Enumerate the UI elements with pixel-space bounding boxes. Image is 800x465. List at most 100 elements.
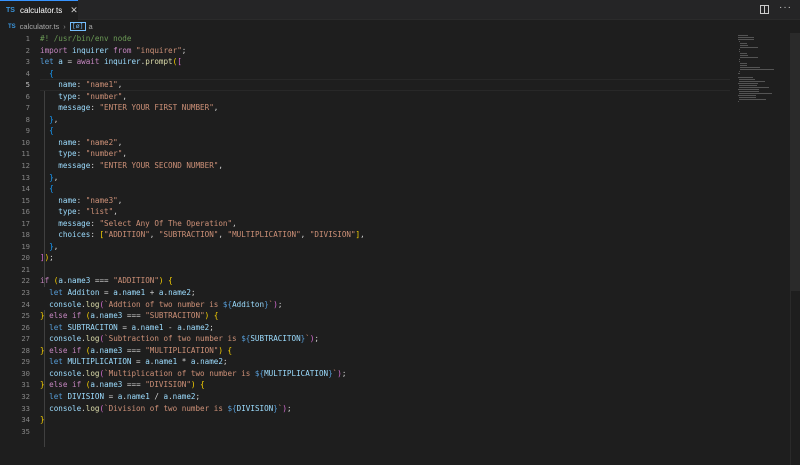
code-line[interactable]: ]); (40, 252, 730, 264)
code-token: let (40, 57, 54, 67)
minimap-line (739, 49, 740, 50)
minimap[interactable] (735, 33, 790, 465)
code-line[interactable]: let MULTIPLICATION = a.name1 * a.name2; (40, 356, 730, 368)
code-line[interactable]: { (40, 125, 730, 137)
code-line[interactable]: message: "Select Any Of The Operation", (40, 218, 730, 230)
code-line[interactable]: }, (40, 241, 730, 253)
code-token: if (72, 311, 82, 321)
code-line[interactable]: }, (40, 172, 730, 184)
code-token: log (85, 334, 100, 344)
code-line[interactable]: } else if (a.name3 === "SUBTRACITON") { (40, 310, 730, 322)
tab-label: calculator.ts (19, 6, 63, 15)
code-line[interactable]: #! /usr/bin/env node (40, 33, 730, 45)
code-line[interactable]: { (40, 68, 730, 80)
code-line[interactable]: let DIVISION = a.name1 / a.name2; (40, 391, 730, 403)
split-editor-icon[interactable] (760, 5, 769, 14)
code-token: type (58, 207, 77, 217)
line-number: 35 (21, 426, 30, 436)
breadcrumb-file[interactable]: calculator.ts (20, 22, 60, 31)
line-number: 21 (21, 264, 30, 274)
breadcrumb-symbol[interactable]: a (89, 22, 93, 31)
code-token: ; (341, 368, 347, 378)
code-token: `Subtraction of two number is (104, 334, 242, 344)
code-line[interactable]: import inquirer from "inquirer"; (40, 45, 730, 57)
code-line[interactable]: type: "list", (40, 206, 730, 218)
code-token: , (117, 80, 123, 90)
code-line[interactable] (40, 264, 730, 276)
code-token: "name2" (85, 137, 118, 147)
code-token: #! /usr/bin/env node (40, 34, 132, 43)
line-number: 22 (21, 276, 30, 286)
minimap-line (738, 37, 754, 38)
code-token: { (213, 311, 219, 321)
vertical-scrollbar[interactable] (790, 33, 800, 465)
code-token: name3 (67, 276, 91, 286)
more-actions-icon[interactable]: ··· (779, 3, 792, 14)
typescript-file-icon: TS (6, 7, 15, 14)
code-token: [ (177, 57, 182, 67)
code-line[interactable]: if (a.name3 === "ADDITION") { (40, 275, 730, 287)
close-icon[interactable]: ✕ (70, 5, 78, 16)
code-line[interactable]: name: "name2", (40, 137, 730, 149)
code-line[interactable]: type: "number", (40, 148, 730, 160)
code-token: === (122, 311, 146, 321)
code-line[interactable]: choices: ["ADDITION", "SUBTRACTION", "MU… (40, 229, 730, 241)
code-token: , (300, 230, 310, 240)
code-line[interactable]: console.log(`Division of two number is $… (40, 403, 730, 415)
code-line[interactable]: } (40, 414, 730, 426)
code-token: , (218, 230, 228, 240)
code-token: "name3" (85, 195, 118, 205)
code-token: type (58, 91, 77, 101)
code-token: , (149, 230, 159, 240)
code-token: else (49, 311, 68, 321)
code-token: name2 (200, 357, 223, 367)
line-number: 5 (25, 80, 30, 90)
code-line[interactable]: let SUBTRACITON = a.name1 - a.name2; (40, 322, 730, 334)
code-token: name1 (126, 391, 150, 401)
code-token: SUBTRACITON (67, 322, 118, 332)
code-token: ${ (241, 334, 251, 344)
code-editor[interactable]: 1 2 3 4 5 6 7 8 9 10 11 12 13 14 15 16 17 18 19 20 21 22 23 24 2… (0, 33, 735, 465)
breadcrumb: TS calculator.ts › [ø] a (0, 20, 800, 33)
code-token: "DIVISION" (309, 230, 356, 240)
code-line[interactable]: let Additon = a.name1 + a.name2; (40, 287, 730, 299)
code-line[interactable]: message: "ENTER YOUR FIRST NUMBER", (40, 102, 730, 114)
editor-actions: ··· (760, 3, 792, 14)
code-token: , (122, 149, 127, 159)
code-line[interactable]: name: "name3", (40, 195, 730, 207)
code-line[interactable]: }, (40, 114, 730, 126)
code-line[interactable]: let a = await inquirer.prompt([ (40, 56, 730, 68)
minimap-line (740, 67, 760, 68)
code-line[interactable]: } else if (a.name3 === "MULTIPLICATION")… (40, 345, 730, 357)
code-line[interactable]: console.log(`Subtraction of two number i… (40, 333, 730, 345)
code-token: ; (277, 299, 283, 309)
code-content[interactable]: #! /usr/bin/env node import inquirer from… (40, 33, 730, 437)
code-token: DIVISION (236, 403, 274, 413)
code-line[interactable]: { (40, 183, 730, 195)
code-token: + (145, 288, 159, 298)
code-line[interactable]: console.log(`Addtion of two number is ${… (40, 299, 730, 311)
code-token: name2 (172, 391, 196, 401)
code-token: ${ (227, 403, 237, 413)
code-line[interactable]: message: "ENTER YOUR SECOND NUMBER", (40, 160, 730, 172)
scrollbar-thumb[interactable] (791, 33, 800, 291)
minimap-line (739, 71, 740, 72)
code-token: = (99, 288, 114, 298)
line-number-gutter: 1 2 3 4 5 6 7 8 9 10 11 12 13 14 15 16 17 18 19 20 21 22 23 24 2… (0, 33, 30, 437)
code-line[interactable]: name: "name1", (40, 79, 730, 91)
code-token: ; (209, 322, 214, 332)
minimap-line (740, 63, 747, 64)
tab-calculator-ts[interactable]: TS calculator.ts ✕ (0, 0, 78, 20)
code-line[interactable]: } else if (a.name3 === "DIVISION") { (40, 379, 730, 391)
code-token: type (58, 149, 77, 159)
code-token: , (53, 241, 59, 251)
line-number: 29 (21, 357, 30, 367)
code-line[interactable]: type: "number", (40, 91, 730, 103)
code-token: name1 (122, 288, 146, 298)
code-line[interactable]: console.log(`Multiplication of two numbe… (40, 368, 730, 380)
line-number: 10 (21, 137, 30, 147)
code-line[interactable] (40, 426, 730, 438)
